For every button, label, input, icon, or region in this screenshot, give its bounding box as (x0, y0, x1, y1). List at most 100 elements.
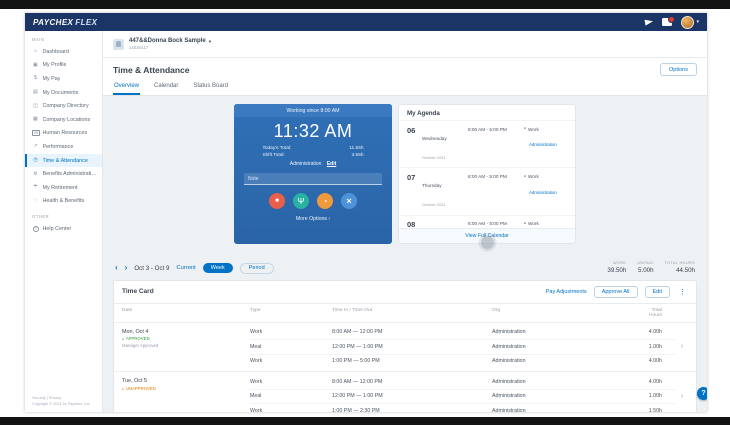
bullet-icon: ● (524, 126, 526, 131)
video-letterbox-top (0, 0, 730, 9)
unpaid-hours-label: UNPAID (637, 260, 654, 265)
work-hours-value: 39.50h (607, 266, 627, 274)
todays-total-value: 11.55h (349, 146, 364, 151)
expand-row-button[interactable]: › (676, 326, 688, 369)
help-button[interactable]: ? (697, 387, 707, 400)
status-note: Manager Approved (122, 342, 159, 348)
expand-row-button[interactable]: › (676, 375, 688, 412)
page-header: Time & Attendance Options Overview Calen… (103, 58, 707, 96)
company-selector-bar: 447&&Donna Bock Sample ▾ 14036417 (103, 31, 707, 58)
edit-org-link[interactable]: Edit (327, 161, 336, 167)
options-button[interactable]: Options (660, 63, 697, 76)
transfer-button[interactable]: × (341, 193, 357, 210)
home-icon: ⌂ (33, 48, 38, 55)
table-row[interactable]: Work 8:00 AM — 12:00 PM Administration 4… (250, 375, 676, 389)
clock-totals: Today's Total: 11.55h Shift Total: 3.55h (262, 146, 363, 159)
dollar-icon: $ (34, 75, 37, 82)
break-button[interactable]: ◔ (317, 193, 333, 210)
agenda-title: My Agenda (407, 110, 440, 117)
table-row[interactable]: Work 1:00 PM — 5:00 PM Administration 4.… (250, 353, 676, 369)
table-row[interactable]: Work 8:00 AM — 12:00 PM Administration 4… (250, 326, 676, 340)
current-button[interactable]: Current (176, 265, 195, 271)
status-dot-icon: ● (122, 386, 124, 391)
time-card-title: Time Card (122, 288, 154, 295)
sidebar-item-help-center[interactable]: ? Help Center (25, 222, 102, 236)
sidebar-section-other: OTHER (32, 214, 50, 220)
sidebar-item-my-retirement[interactable]: ☂ My Retirement (25, 181, 102, 195)
prev-week-button[interactable]: ‹ (115, 264, 118, 272)
bullet-icon: ● (524, 173, 526, 178)
sidebar: MAIN ⌂ Dashboard ▣ My Profile $ My Pay ▤… (25, 31, 103, 412)
hr-icon: HR (32, 129, 40, 136)
company-avatar (113, 38, 124, 50)
work-hours-label: WORK (613, 260, 627, 265)
video-letterbox-bottom (0, 417, 730, 425)
page-title: Time & Attendance (113, 64, 190, 75)
chevron-right-icon: › (680, 343, 684, 351)
tab-bar: Overview Calendar Status Board (113, 81, 697, 95)
sidebar-item-my-profile[interactable]: ▣ My Profile (25, 59, 102, 73)
sidebar-item-health-benefits[interactable]: ♡ Health & Benefits (25, 195, 102, 209)
content-area: Working since 8:00 AM 11:32 AM Today's T… (103, 96, 707, 412)
group-date: Tue, Oct 5 (122, 378, 147, 384)
tab-calendar[interactable]: Calendar (153, 81, 179, 95)
tab-status-board[interactable]: Status Board (192, 81, 229, 95)
pay-adjustments-link[interactable]: Pay Adjustments (546, 289, 587, 295)
sidebar-item-human-resources[interactable]: HR Human Resources (25, 127, 102, 141)
agenda-item[interactable]: 06 Wednesday October 2021 8:00 AM - 5:00 … (399, 120, 575, 167)
question-icon: ? (32, 225, 39, 232)
sidebar-footer: Security | Privacy Copyright © 2021 by P… (32, 395, 91, 407)
paychex-flex-logo[interactable]: PAYCHEX FLEX (33, 18, 97, 27)
table-row[interactable]: Meal 12:00 PM — 1:00 PM Administration 1… (250, 388, 676, 404)
trend-icon: ↗ (33, 143, 38, 150)
group-date: Mon, Oct 4 (122, 328, 149, 335)
status-dot-icon: ● (122, 337, 124, 342)
approve-all-button[interactable]: Approve All (593, 285, 638, 298)
clock-out-button[interactable]: ■ (269, 193, 285, 210)
id-card-icon: ▣ (33, 61, 38, 68)
sidebar-item-my-pay[interactable]: $ My Pay (25, 72, 102, 86)
col-time: Time In / Time Out (332, 307, 373, 313)
col-org: Org (492, 307, 501, 313)
col-type: Type (250, 307, 261, 313)
company-selector[interactable]: 447&&Donna Bock Sample ▾ (129, 38, 211, 46)
sidebar-item-company-directory[interactable]: ◫ Company Directory (25, 99, 102, 113)
building-icon: ▦ (33, 116, 38, 123)
week-button[interactable]: Week (202, 263, 233, 273)
break-clock-icon: ◔ (322, 196, 328, 206)
meal-button[interactable]: Ψ (293, 193, 309, 210)
sidebar-item-performance[interactable]: ↗ Performance (25, 140, 102, 154)
col-date: Date (122, 307, 133, 313)
kebab-menu-icon[interactable]: ⋮ (677, 288, 688, 296)
inbox-icon[interactable] (662, 16, 675, 26)
working-since-label: Working since 8:00 AM (234, 104, 392, 117)
week-navigation: ‹ › Oct 3 - Oct 9 Current Week Period WO… (113, 260, 697, 274)
current-time: 11:32 AM (273, 121, 353, 141)
send-icon[interactable] (645, 18, 654, 26)
user-menu[interactable]: ▾ (681, 15, 699, 29)
app-window: PAYCHEX FLEX ▾ MAIN ⌂ Dashboard ▣ My Prof… (25, 13, 707, 412)
table-row[interactable]: Work 1:00 PM — 2:30 PM Administration 1.… (250, 403, 676, 412)
sidebar-item-benefits-administration[interactable]: ⚙ Benefits Administration (25, 167, 102, 181)
more-options-link[interactable]: More Options › (234, 216, 392, 222)
sidebar-item-dashboard[interactable]: ⌂ Dashboard (25, 45, 102, 59)
top-nav-bar: PAYCHEX FLEX ▾ (25, 13, 707, 31)
period-button[interactable]: Period (239, 262, 274, 274)
sidebar-item-company-locations[interactable]: ▦ Company Locations (25, 113, 102, 127)
cursor-highlight (481, 236, 494, 249)
clock-widget-card: Working since 8:00 AM 11:32 AM Today's T… (234, 104, 392, 244)
clock-org-value: Administration (289, 161, 322, 168)
tab-overview[interactable]: Overview (113, 81, 141, 95)
umbrella-icon: ☂ (33, 184, 38, 191)
edit-button[interactable]: Edit (644, 285, 670, 298)
agenda-item[interactable]: 07 Thursday October 2021 8:00 AM - 5:00 P… (399, 167, 575, 214)
sidebar-item-time-attendance[interactable]: ◷ Time & Attendance (25, 153, 102, 168)
note-input[interactable] (244, 173, 382, 186)
time-card-panel: Time Card Pay Adjustments Approve All Ed… (113, 279, 697, 412)
sidebar-item-my-documents[interactable]: ▤ My Documents (25, 86, 102, 100)
user-avatar (681, 15, 695, 29)
next-week-button[interactable]: › (125, 264, 128, 272)
table-row[interactable]: Meal 12:00 PM — 1:00 PM Administration 1… (250, 339, 676, 354)
overview-cards: Working since 8:00 AM 11:32 AM Today's T… (113, 104, 697, 249)
agenda-item[interactable]: 08 FridayOctober 2021 8:00 AM - 5:00 PM … (399, 214, 575, 228)
